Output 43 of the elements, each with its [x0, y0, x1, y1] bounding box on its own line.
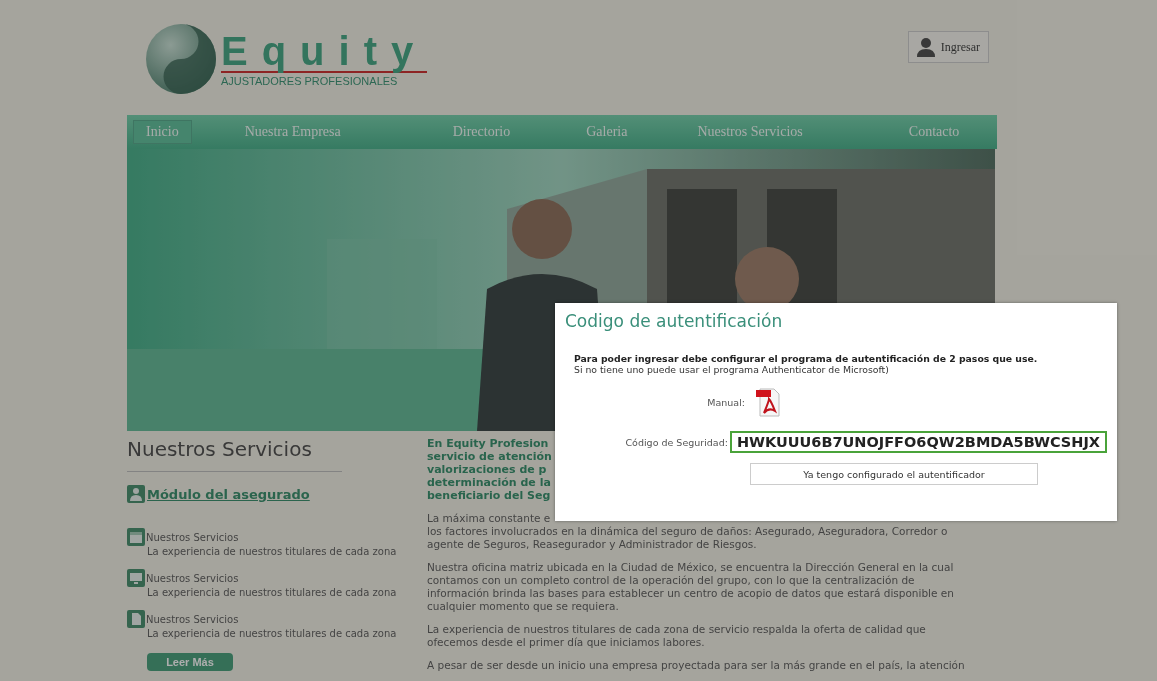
intro-text-line: determinación de la: [427, 476, 551, 489]
nav-tab[interactable]: Directorio: [439, 120, 524, 144]
intro-text-line: En Equity Profesion: [427, 437, 549, 450]
intro-text-line: beneficiario del Seg: [427, 489, 551, 502]
instructions-note: Si no tiene uno puede usar el programa Authenticator de Microsoft): [573, 364, 890, 375]
service-title: Nuestros Servicios: [146, 572, 239, 584]
paragraph: Nuestra oficina matriz ubicada en la Ciudad de México, se encuentra la Dirección General en la cual contamos con un completo control de la operación del grupo, con lo que la centralización de información brinda las bases para establecer un centro de acopio de datos que estará disponible en cualquier momento que se requiera.: [427, 561, 955, 613]
module-link[interactable]: Módulo del asegurado: [147, 486, 310, 502]
security-code-field[interactable]: HWKUUU6B7UNOJFFO6QW2BMDA5BWCSHJX: [729, 431, 1107, 453]
service-title: Nuestros Servicios: [146, 613, 239, 625]
service-description: La experiencia de nuestros titulares de cada zona: [146, 587, 398, 598]
person-icon: [127, 485, 145, 503]
nav-tab[interactable]: Contacto: [895, 120, 973, 144]
confirm-button[interactable]: Ya tengo configurado el autentificador: [750, 463, 1038, 485]
logo-sphere-icon: [145, 23, 217, 95]
paragraph: La experiencia de nuestros titulares de cada zona de servicio respalda la oferta de calidad que ofecemos desde el primer día que iniciamos labores.: [427, 623, 927, 649]
nav-tab[interactable]: Galeria: [573, 120, 641, 144]
logo-subtitle: AJUSTADORES PROFESIONALES: [221, 75, 399, 87]
nav-tab[interactable]: Nuestros Servicios: [684, 120, 816, 144]
intro-text-line: valorizaciones de p: [427, 463, 547, 476]
monitor-icon: [127, 569, 145, 587]
document-icon: [127, 610, 145, 628]
instructions-text: Para poder ingresar debe configurar el programa de autentificación de 2 pasos que use.: [573, 353, 1039, 364]
calendar-icon: [127, 528, 145, 546]
nav-tab[interactable]: Nuestra Empresa: [231, 120, 354, 144]
paragraph-line: agente de Seguros, Reasegurador y Administrador de Riesgos.: [427, 538, 757, 551]
pdf-icon[interactable]: [755, 387, 781, 417]
login-button[interactable]: Ingresar: [907, 31, 989, 63]
intro-text-line: servicio de atención: [427, 450, 552, 463]
section-title: Nuestros Servicios: [127, 437, 313, 461]
logo-title: Equity: [221, 31, 428, 73]
user-icon: [916, 37, 935, 57]
service-description: La experiencia de nuestros titulares de cada zona: [146, 546, 398, 557]
paragraph-line: los factores involucrados en la dinámica del seguro de daños: Asegurado, Aseguradora, Corredor o: [427, 525, 948, 538]
security-code-label: Código de Seguridad:: [624, 436, 728, 448]
read-more-button[interactable]: Leer Más: [147, 653, 233, 671]
paragraph-line: La máxima constante e: [427, 512, 551, 525]
service-title: Nuestros Servicios: [146, 531, 239, 543]
manual-label: Manual:: [706, 396, 745, 408]
paragraph: A pesar de ser desde un inicio una empresa proyectada para ser la más grande en el país, la atención: [427, 659, 965, 672]
service-description: La experiencia de nuestros titulares de cada zona: [146, 628, 398, 639]
nav-tab[interactable]: Inicio: [133, 120, 192, 144]
dialog-title: Codigo de autentificación: [565, 311, 784, 331]
